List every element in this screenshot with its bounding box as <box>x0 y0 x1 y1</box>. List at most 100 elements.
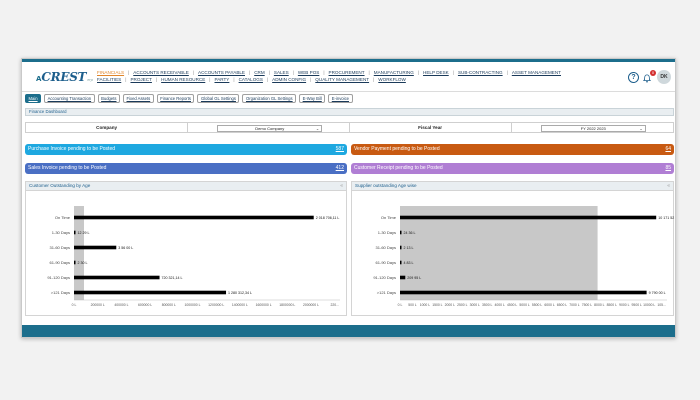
menu-item-asset-management[interactable]: ASSET MANAGEMENT <box>512 69 561 76</box>
x-tick-label: 500 L <box>408 303 417 307</box>
chevron-down-icon: ⌄ <box>639 126 643 131</box>
menu-item-crm[interactable]: CRM <box>254 69 264 76</box>
x-tick-label: 1000000 L <box>184 303 200 307</box>
x-tick-label: 105... <box>657 303 666 307</box>
card-count-link[interactable]: 412 <box>336 163 344 174</box>
x-tick-label: 3000 L <box>470 303 480 307</box>
vendor-payment-card[interactable]: Vendor Payment pending to be Posted 64 <box>351 144 674 155</box>
chart-title: Supplier outstanding Age wise <box>355 183 417 188</box>
collapse-icon[interactable]: « <box>340 182 343 190</box>
data-label: 209 95 L <box>407 276 421 280</box>
tab-accounting-transaction[interactable]: Accounting Transaction <box>44 94 95 103</box>
tab-e-way-bill[interactable]: E-Way Bill <box>299 94 326 103</box>
tab-fixed-assets[interactable]: Fixed Assets <box>122 94 154 103</box>
card-label: Customer Receipt pending to be Posted <box>354 165 443 171</box>
menu-item-quality-management[interactable]: QUALITY MANAGEMENT <box>315 76 369 83</box>
data-label: 720 321,14 L <box>162 276 183 280</box>
collapse-icon[interactable]: « <box>667 182 670 190</box>
menu-item-help-desk[interactable]: HELP DESK <box>423 69 449 76</box>
purchase-invoice-card[interactable]: Purchase Invoice pending to be Posted 58… <box>25 144 347 155</box>
menu-item-sales[interactable]: SALES <box>274 69 289 76</box>
customer-receipt-card[interactable]: Customer Receipt pending to be Posted 85 <box>351 163 674 174</box>
data-label: 1 280 312,34 L <box>228 291 252 295</box>
menu-item-accounts-payable[interactable]: ACCOUNTS PAYABLE <box>198 69 245 76</box>
menu-separator: | <box>266 77 269 82</box>
menu-row-2: FACILITIES | PROJECT | HUMAN RESOURCE | PARTY |… <box>97 76 572 83</box>
bar <box>74 230 76 235</box>
data-label: 10 171 52 L <box>658 216 675 220</box>
x-tick-label: 4000 L <box>494 303 504 307</box>
menu-item-accounts-receivable[interactable]: ACCOUNTS RECEIVABLE <box>133 69 189 76</box>
tab-global-gl-settings[interactable]: Global GL Settings <box>197 94 240 103</box>
x-tick-label: 9500 L <box>632 303 642 307</box>
card-count-link[interactable]: 85 <box>665 163 671 174</box>
logo[interactable]: A CREST erp <box>36 70 93 84</box>
x-tick-label: 2500 L <box>457 303 467 307</box>
tab-budgets[interactable]: Budgets <box>97 94 120 103</box>
company-select[interactable]: Demo Company ⌄ <box>217 125 323 132</box>
menu-separator: | <box>506 70 508 75</box>
tab-main[interactable]: Main <box>25 94 42 103</box>
y-tick-label: 1-30 Days <box>378 230 396 235</box>
menu-separator: | <box>128 70 130 75</box>
fiscal-year-select[interactable]: FY 2022 2023 ⌄ <box>540 125 646 132</box>
menu-item-catalogs[interactable]: CATALOGS <box>239 76 263 83</box>
avatar[interactable]: DK <box>657 70 671 84</box>
y-tick-label: 31-60 Days <box>376 245 396 250</box>
tab-e-invoice[interactable]: E-invoice <box>328 94 353 103</box>
menu-item-facilities[interactable]: FACILITIES <box>97 76 121 83</box>
menu-item-admin-config[interactable]: ADMIN CONFIG <box>272 76 306 83</box>
fiscal-year-label: Fiscal Year <box>350 123 512 132</box>
x-tick-label: 600000 L <box>138 303 152 307</box>
menu-item-web-pos[interactable]: WEB POS <box>298 69 319 76</box>
menu-item-workflow[interactable]: WORKFLOW <box>378 76 406 83</box>
x-tick-label: 1800000 L <box>279 303 295 307</box>
bar <box>400 275 406 280</box>
menu-item-project[interactable]: PROJECT <box>130 76 151 83</box>
y-tick-label: >121 Days <box>51 290 70 295</box>
menu-separator: | <box>209 77 211 82</box>
bar <box>74 260 76 265</box>
menu-item-party[interactable]: PARTY <box>214 76 229 83</box>
x-tick-label: 1600000 L <box>256 303 272 307</box>
card-label: Sales Invoice pending to be Posted <box>28 165 107 171</box>
tab-organization-gl-settings[interactable]: Organization GL Settings <box>242 94 297 103</box>
x-tick-label: 4500 L <box>507 303 517 307</box>
menu-separator: | <box>249 70 251 75</box>
tab-finance-reports[interactable]: Finance Reports <box>156 94 195 103</box>
card-count-link[interactable]: 64 <box>665 144 671 155</box>
menu-item-sub-contracting[interactable]: SUB-CONTRACTING <box>458 69 503 76</box>
notifications-button[interactable]: 0 <box>642 69 656 83</box>
notification-badge: 0 <box>650 69 656 76</box>
bar <box>400 260 402 265</box>
logo-tag: erp <box>87 77 93 82</box>
menu-row-1: FINANCIALS | ACCOUNTS RECEIVABLE | ACCOUNTS … <box>97 69 572 76</box>
x-tick-label: 5000 L <box>519 303 529 307</box>
bar <box>400 290 647 295</box>
customer-outstanding-panel: Customer Outstanding by Age « On Time 2 0… <box>25 181 347 316</box>
bar <box>400 215 657 220</box>
x-tick-label: 0 L <box>398 303 403 307</box>
menu-item-procurement[interactable]: PROCUREMENT <box>329 69 365 76</box>
main-menu: FINANCIALS | ACCOUNTS RECEIVABLE | ACCOUNTS … <box>97 69 572 83</box>
menu-item-human-resource[interactable]: HUMAN RESOURCE <box>161 76 205 83</box>
filter-row: Company Demo Company ⌄ Fiscal Year FY 20… <box>25 122 674 133</box>
x-tick-label: 2000 L <box>445 303 455 307</box>
data-label: 9 790 00 L <box>649 291 666 295</box>
x-tick-label: 2000000 L <box>303 303 319 307</box>
x-tick-label: 220... <box>330 303 339 307</box>
bar <box>74 275 160 280</box>
y-tick-label: On Time <box>381 215 397 220</box>
menu-separator: | <box>125 77 127 82</box>
menu-item-manufacturing[interactable]: MANUFACTURING <box>374 69 414 76</box>
shaded-band <box>74 206 84 300</box>
x-tick-label: 400000 L <box>114 303 128 307</box>
card-count-link[interactable]: 587 <box>336 144 344 155</box>
bar <box>74 215 314 220</box>
help-circle-icon[interactable]: ? <box>628 71 639 83</box>
sales-invoice-card[interactable]: Sales Invoice pending to be Posted 412 <box>25 163 347 174</box>
menu-separator: | <box>368 70 370 75</box>
menu-item-financials[interactable]: FINANCIALS <box>97 69 124 76</box>
logo-text: CREST <box>41 70 87 84</box>
header-icons: ? 0 DK <box>628 69 671 84</box>
